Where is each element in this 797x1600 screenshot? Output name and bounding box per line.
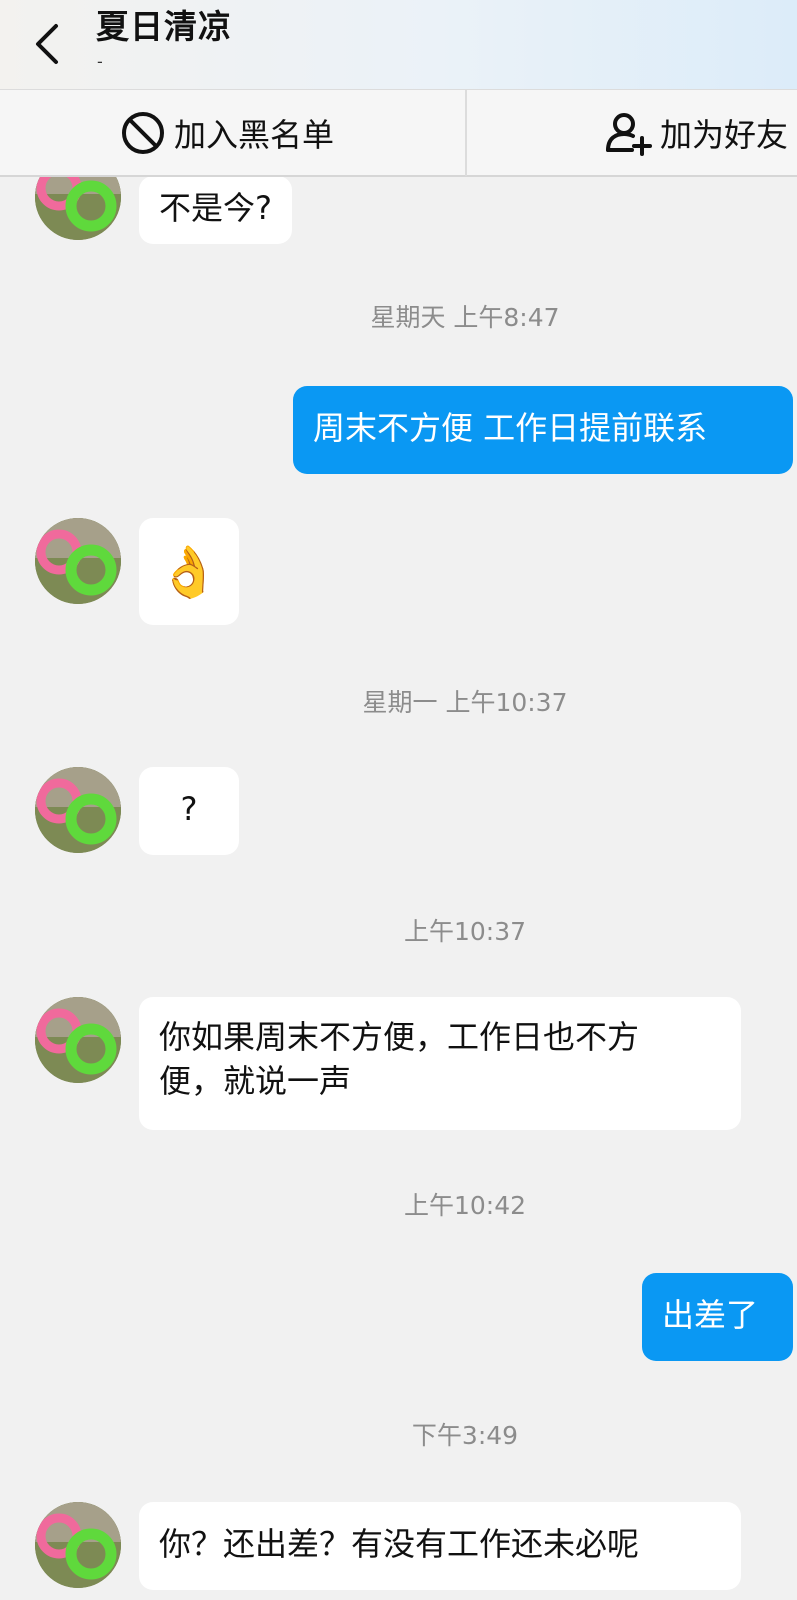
message-bubble-incoming[interactable]: 👌 <box>139 518 239 625</box>
message-text: 不是今? <box>159 189 272 227</box>
add-user-icon <box>606 113 652 156</box>
contact-avatar[interactable] <box>35 1502 121 1588</box>
message-bubble-incoming[interactable]: ? <box>139 767 239 855</box>
timestamp: 上午10:42 <box>403 1191 527 1220</box>
message-bubble-incoming[interactable]: 你？还出差？有没有工作还未必呢 <box>139 1502 741 1590</box>
chat-header: 夏日清凉 - <box>0 0 797 89</box>
add-to-blacklist-button[interactable]: 加入黑名单 <box>120 90 334 176</box>
message-bubble-outgoing[interactable]: 出差了 <box>642 1273 793 1361</box>
message-text: 出差了 <box>662 1296 759 1334</box>
action-bar: 加入黑名单 加为好友 <box>0 89 797 177</box>
block-icon <box>122 112 164 154</box>
message-bubble-incoming[interactable]: 你如果周末不方便，工作日也不方 便，就说一声 <box>139 997 741 1130</box>
timestamp: 星期天 上午8:47 <box>370 303 560 332</box>
avatar-image <box>35 767 121 853</box>
contact-avatar[interactable] <box>35 997 121 1083</box>
message-text: 你？还出差？有没有工作还未必呢 <box>159 1525 640 1563</box>
message-text: ? <box>180 790 198 828</box>
action-divider <box>465 90 467 176</box>
message-bubble-outgoing[interactable]: 周末不方便 工作日提前联系 <box>293 386 793 474</box>
ok-hand-emoji: 👌 <box>157 542 221 601</box>
timestamp: 上午10:37 <box>403 917 527 946</box>
contact-avatar[interactable] <box>35 518 121 604</box>
timestamp: 下午3:49 <box>411 1421 519 1450</box>
message-text: 周末不方便 工作日提前联系 <box>313 409 708 447</box>
timestamp: 星期一 上午10:37 <box>362 688 568 717</box>
avatar-image <box>35 1502 121 1588</box>
avatar-image <box>35 997 121 1083</box>
message-text-line: 你如果周末不方便，工作日也不方 <box>159 1018 640 1056</box>
contact-avatar[interactable] <box>35 767 121 853</box>
add-to-blacklist-label: 加入黑名单 <box>174 116 335 154</box>
message-text-line: 便，就说一声 <box>159 1062 352 1100</box>
avatar-image <box>35 518 121 604</box>
add-friend-button[interactable]: 加为好友 <box>606 90 788 176</box>
contact-name: 夏日清凉 <box>96 7 232 46</box>
back-button[interactable] <box>22 14 72 74</box>
chat-screen: 不是今? 星期天 上午8:47 周末不方便 工作日提前联系 👌 星期一 上午10… <box>0 0 797 1600</box>
chevron-left-icon <box>36 24 58 64</box>
message-bubble-incoming[interactable]: 不是今? <box>139 176 292 244</box>
add-friend-label: 加为好友 <box>660 116 789 154</box>
contact-subtitle: - <box>97 52 103 71</box>
